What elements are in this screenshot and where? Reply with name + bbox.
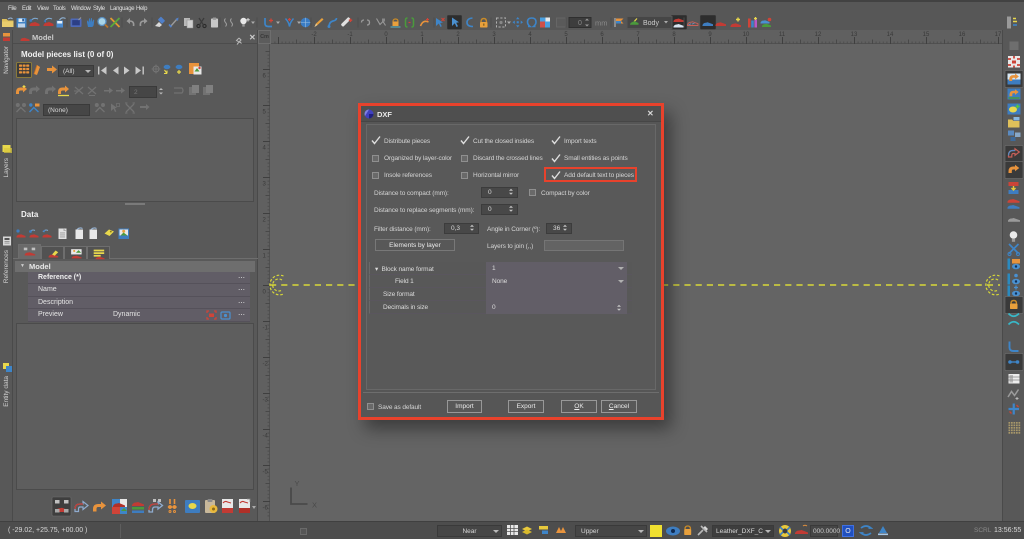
svg-text:Body: Body [643,20,659,27]
svg-text:0: 0 [578,20,582,27]
svg-text:mm: mm [595,19,608,28]
svg-text:X: X [312,501,317,510]
svg-text:Y: Y [295,479,300,488]
